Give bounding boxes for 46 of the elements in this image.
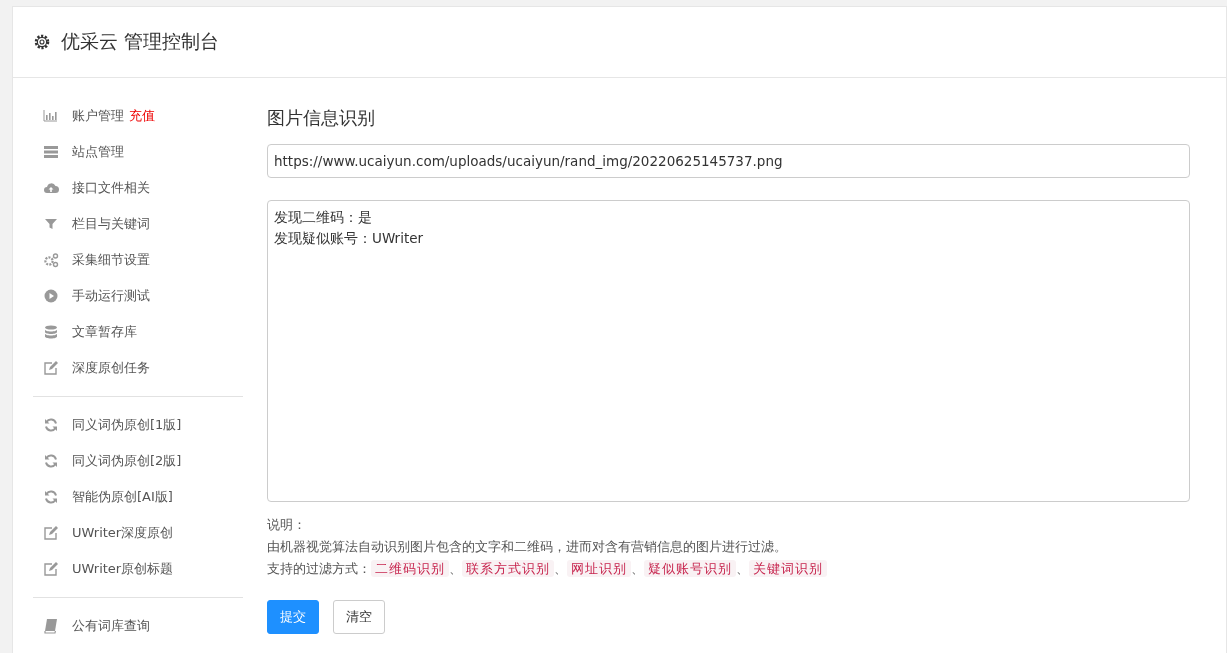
filter-icon — [43, 216, 59, 232]
database-icon — [43, 324, 59, 340]
play-circle-icon — [43, 288, 59, 304]
filter-tag: 联系方式识别 — [462, 560, 554, 577]
filter-tag: 网址识别 — [567, 560, 631, 577]
clear-button[interactable]: 清空 — [333, 600, 385, 634]
settings-icon — [33, 33, 51, 51]
url-field[interactable]: https://www.ucaiyun.com/uploads/ucaiyun/rand_img/20220625145737.png — [267, 144, 1190, 178]
notes-heading: 说明： — [267, 516, 307, 534]
sidebar-item[interactable]: UWriter原创标题 — [33, 551, 243, 587]
sidebar-item[interactable]: 手动运行测试 — [33, 278, 243, 314]
section-title: 图片信息识别 — [267, 106, 376, 130]
sidebar-item[interactable]: 文章暂存库 — [33, 314, 243, 350]
sidebar-item[interactable]: 接口文件相关 — [33, 170, 243, 206]
sidebar-item[interactable]: 公有词库查询 — [33, 608, 243, 644]
separator-text: 、 — [736, 561, 749, 576]
edit-icon — [43, 360, 59, 376]
filter-tag: 关键词识别 — [749, 560, 827, 577]
result-box[interactable]: 发现二维码：是 发现疑似账号：UWriter — [267, 200, 1190, 502]
sidebar-item[interactable]: 站点管理 — [33, 134, 243, 170]
bar-chart-icon — [43, 108, 59, 124]
refresh-icon — [43, 453, 59, 469]
edit-icon — [43, 561, 59, 577]
filter-tag: 二维码识别 — [371, 560, 449, 577]
sidebar-item[interactable]: 账户管理 充值 — [33, 98, 243, 134]
separator-text: 、 — [631, 561, 644, 576]
refresh-icon — [43, 489, 59, 505]
recharge-link[interactable]: 充值 — [129, 107, 155, 125]
cloud-upload-icon — [43, 180, 59, 196]
edit-icon — [43, 525, 59, 541]
sidebar-item[interactable]: UWriter深度原创 — [33, 515, 243, 551]
sidebar-item[interactable]: 采集细节设置 — [33, 242, 243, 278]
sidebar-item[interactable]: 智能伪原创[AI版] — [33, 479, 243, 515]
book-icon — [43, 618, 59, 634]
sidebar-item[interactable]: 深度原创任务 — [33, 350, 243, 386]
sidebar-item[interactable]: 同义词伪原创[2版] — [33, 443, 243, 479]
refresh-icon — [43, 417, 59, 433]
sidebar-item[interactable]: 同义词伪原创[1版] — [33, 407, 243, 443]
separator-text: 、 — [449, 561, 462, 576]
server-icon — [43, 144, 59, 160]
filter-tag: 疑似账号识别 — [644, 560, 736, 577]
separator-text: 、 — [554, 561, 567, 576]
filter-label: 支持的过滤方式： — [267, 561, 371, 576]
sidebar-item[interactable]: 栏目与关键词 — [33, 206, 243, 242]
app-title: 优采云 管理控制台 — [61, 29, 220, 54]
description-text: 由机器视觉算法自动识别图片包含的文字和二维码，进而对含有营销信息的图片进行过滤。 — [267, 538, 788, 556]
